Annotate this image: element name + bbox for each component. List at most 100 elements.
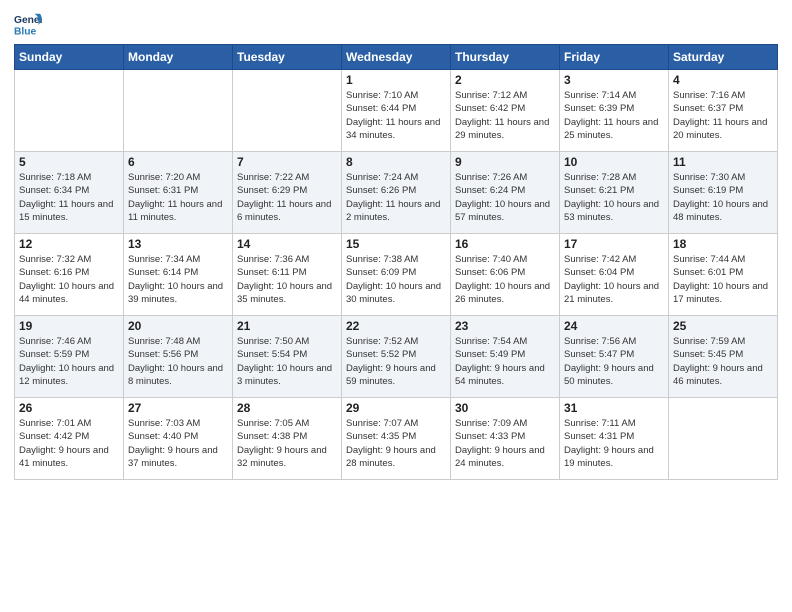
- calendar-table: SundayMondayTuesdayWednesdayThursdayFrid…: [14, 44, 778, 480]
- weekday-header-friday: Friday: [560, 45, 669, 70]
- day-number: 15: [346, 237, 446, 251]
- day-number: 20: [128, 319, 228, 333]
- calendar-cell: 4 Sunrise: 7:16 AM Sunset: 6:37 PM Daylig…: [669, 70, 778, 152]
- day-number: 30: [455, 401, 555, 415]
- day-number: 1: [346, 73, 446, 87]
- weekday-header-thursday: Thursday: [451, 45, 560, 70]
- calendar-cell: [669, 398, 778, 480]
- day-number: 29: [346, 401, 446, 415]
- svg-text:Blue: Blue: [14, 26, 37, 37]
- day-number: 24: [564, 319, 664, 333]
- week-row-1: 1 Sunrise: 7:10 AM Sunset: 6:44 PM Daylig…: [15, 70, 778, 152]
- calendar-cell: 10Sunrise: 7:28 AM Sunset: 6:21 PM Dayli…: [560, 152, 669, 234]
- day-number: 19: [19, 319, 119, 333]
- day-number: 7: [237, 155, 337, 169]
- day-info: Sunrise: 7:16 AM Sunset: 6:37 PM Dayligh…: [673, 89, 773, 142]
- calendar-cell: 12 Sunrise: 7:32 AM Sunset: 6:16 PM Dayli…: [15, 234, 124, 316]
- day-info: Sunrise: 7:48 AM Sunset: 5:56 PM Dayligh…: [128, 335, 228, 388]
- day-info: Sunrise: 7:32 AM Sunset: 6:16 PM Dayligh…: [19, 253, 119, 306]
- calendar-page: General Blue SundayMondayTuesdayWednesda…: [0, 0, 792, 612]
- calendar-cell: 16Sunrise: 7:40 AM Sunset: 6:06 PM Dayli…: [451, 234, 560, 316]
- weekday-header-monday: Monday: [124, 45, 233, 70]
- day-number: 2: [455, 73, 555, 87]
- day-info: Sunrise: 7:18 AM Sunset: 6:34 PM Dayligh…: [19, 171, 119, 224]
- weekday-header-sunday: Sunday: [15, 45, 124, 70]
- calendar-cell: 31 Sunrise: 7:11 AM Sunset: 4:31 PM Dayli…: [560, 398, 669, 480]
- day-info: Sunrise: 7:12 AM Sunset: 6:42 PM Dayligh…: [455, 89, 555, 142]
- day-info: Sunrise: 7:20 AM Sunset: 6:31 PM Dayligh…: [128, 171, 228, 224]
- day-number: 4: [673, 73, 773, 87]
- day-number: 18: [673, 237, 773, 251]
- calendar-cell: 30 Sunrise: 7:09 AM Sunset: 4:33 PM Dayli…: [451, 398, 560, 480]
- calendar-cell: [124, 70, 233, 152]
- calendar-cell: 28Sunrise: 7:05 AM Sunset: 4:38 PM Dayli…: [233, 398, 342, 480]
- week-row-4: 19Sunrise: 7:46 AM Sunset: 5:59 PM Dayli…: [15, 316, 778, 398]
- day-info: Sunrise: 7:56 AM Sunset: 5:47 PM Dayligh…: [564, 335, 664, 388]
- weekday-header-wednesday: Wednesday: [342, 45, 451, 70]
- day-info: Sunrise: 7:59 AM Sunset: 5:45 PM Dayligh…: [673, 335, 773, 388]
- day-number: 14: [237, 237, 337, 251]
- day-number: 9: [455, 155, 555, 169]
- day-info: Sunrise: 7:34 AM Sunset: 6:14 PM Dayligh…: [128, 253, 228, 306]
- calendar-cell: 6 Sunrise: 7:20 AM Sunset: 6:31 PM Daylig…: [124, 152, 233, 234]
- day-number: 3: [564, 73, 664, 87]
- calendar-cell: 15 Sunrise: 7:38 AM Sunset: 6:09 PM Dayli…: [342, 234, 451, 316]
- day-number: 10: [564, 155, 664, 169]
- calendar-cell: [15, 70, 124, 152]
- week-row-2: 5 Sunrise: 7:18 AM Sunset: 6:34 PM Daylig…: [15, 152, 778, 234]
- calendar-cell: 23 Sunrise: 7:54 AM Sunset: 5:49 PM Dayli…: [451, 316, 560, 398]
- calendar-cell: 14 Sunrise: 7:36 AM Sunset: 6:11 PM Dayli…: [233, 234, 342, 316]
- day-info: Sunrise: 7:40 AM Sunset: 6:06 PM Dayligh…: [455, 253, 555, 306]
- day-number: 23: [455, 319, 555, 333]
- calendar-cell: 8Sunrise: 7:24 AM Sunset: 6:26 PM Daylig…: [342, 152, 451, 234]
- day-info: Sunrise: 7:05 AM Sunset: 4:38 PM Dayligh…: [237, 417, 337, 470]
- day-number: 17: [564, 237, 664, 251]
- day-number: 26: [19, 401, 119, 415]
- calendar-cell: 1 Sunrise: 7:10 AM Sunset: 6:44 PM Daylig…: [342, 70, 451, 152]
- calendar-cell: 22Sunrise: 7:52 AM Sunset: 5:52 PM Dayli…: [342, 316, 451, 398]
- day-info: Sunrise: 7:38 AM Sunset: 6:09 PM Dayligh…: [346, 253, 446, 306]
- day-info: Sunrise: 7:36 AM Sunset: 6:11 PM Dayligh…: [237, 253, 337, 306]
- day-number: 27: [128, 401, 228, 415]
- calendar-cell: 2 Sunrise: 7:12 AM Sunset: 6:42 PM Daylig…: [451, 70, 560, 152]
- weekday-header-tuesday: Tuesday: [233, 45, 342, 70]
- header: General Blue: [14, 10, 778, 38]
- calendar-cell: 25 Sunrise: 7:59 AM Sunset: 5:45 PM Dayli…: [669, 316, 778, 398]
- day-info: Sunrise: 7:24 AM Sunset: 6:26 PM Dayligh…: [346, 171, 446, 224]
- calendar-cell: 18 Sunrise: 7:44 AM Sunset: 6:01 PM Dayli…: [669, 234, 778, 316]
- day-number: 5: [19, 155, 119, 169]
- day-number: 12: [19, 237, 119, 251]
- day-info: Sunrise: 7:54 AM Sunset: 5:49 PM Dayligh…: [455, 335, 555, 388]
- day-info: Sunrise: 7:11 AM Sunset: 4:31 PM Dayligh…: [564, 417, 664, 470]
- calendar-cell: 9Sunrise: 7:26 AM Sunset: 6:24 PM Daylig…: [451, 152, 560, 234]
- day-number: 13: [128, 237, 228, 251]
- day-info: Sunrise: 7:42 AM Sunset: 6:04 PM Dayligh…: [564, 253, 664, 306]
- calendar-cell: 5 Sunrise: 7:18 AM Sunset: 6:34 PM Daylig…: [15, 152, 124, 234]
- calendar-cell: 26Sunrise: 7:01 AM Sunset: 4:42 PM Dayli…: [15, 398, 124, 480]
- calendar-cell: 19Sunrise: 7:46 AM Sunset: 5:59 PM Dayli…: [15, 316, 124, 398]
- day-info: Sunrise: 7:50 AM Sunset: 5:54 PM Dayligh…: [237, 335, 337, 388]
- calendar-cell: 27 Sunrise: 7:03 AM Sunset: 4:40 PM Dayli…: [124, 398, 233, 480]
- calendar-cell: 13 Sunrise: 7:34 AM Sunset: 6:14 PM Dayli…: [124, 234, 233, 316]
- day-info: Sunrise: 7:03 AM Sunset: 4:40 PM Dayligh…: [128, 417, 228, 470]
- day-number: 25: [673, 319, 773, 333]
- week-row-3: 12 Sunrise: 7:32 AM Sunset: 6:16 PM Dayli…: [15, 234, 778, 316]
- day-info: Sunrise: 7:22 AM Sunset: 6:29 PM Dayligh…: [237, 171, 337, 224]
- day-number: 21: [237, 319, 337, 333]
- day-info: Sunrise: 7:10 AM Sunset: 6:44 PM Dayligh…: [346, 89, 446, 142]
- day-info: Sunrise: 7:30 AM Sunset: 6:19 PM Dayligh…: [673, 171, 773, 224]
- weekday-header-saturday: Saturday: [669, 45, 778, 70]
- day-number: 22: [346, 319, 446, 333]
- day-number: 6: [128, 155, 228, 169]
- logo: General Blue: [14, 10, 42, 38]
- calendar-cell: 7 Sunrise: 7:22 AM Sunset: 6:29 PM Daylig…: [233, 152, 342, 234]
- day-info: Sunrise: 7:09 AM Sunset: 4:33 PM Dayligh…: [455, 417, 555, 470]
- calendar-cell: 21 Sunrise: 7:50 AM Sunset: 5:54 PM Dayli…: [233, 316, 342, 398]
- calendar-cell: [233, 70, 342, 152]
- calendar-cell: 3Sunrise: 7:14 AM Sunset: 6:39 PM Daylig…: [560, 70, 669, 152]
- logo-icon: General Blue: [14, 10, 42, 38]
- calendar-cell: 29Sunrise: 7:07 AM Sunset: 4:35 PM Dayli…: [342, 398, 451, 480]
- calendar-cell: 20 Sunrise: 7:48 AM Sunset: 5:56 PM Dayli…: [124, 316, 233, 398]
- day-info: Sunrise: 7:44 AM Sunset: 6:01 PM Dayligh…: [673, 253, 773, 306]
- day-number: 31: [564, 401, 664, 415]
